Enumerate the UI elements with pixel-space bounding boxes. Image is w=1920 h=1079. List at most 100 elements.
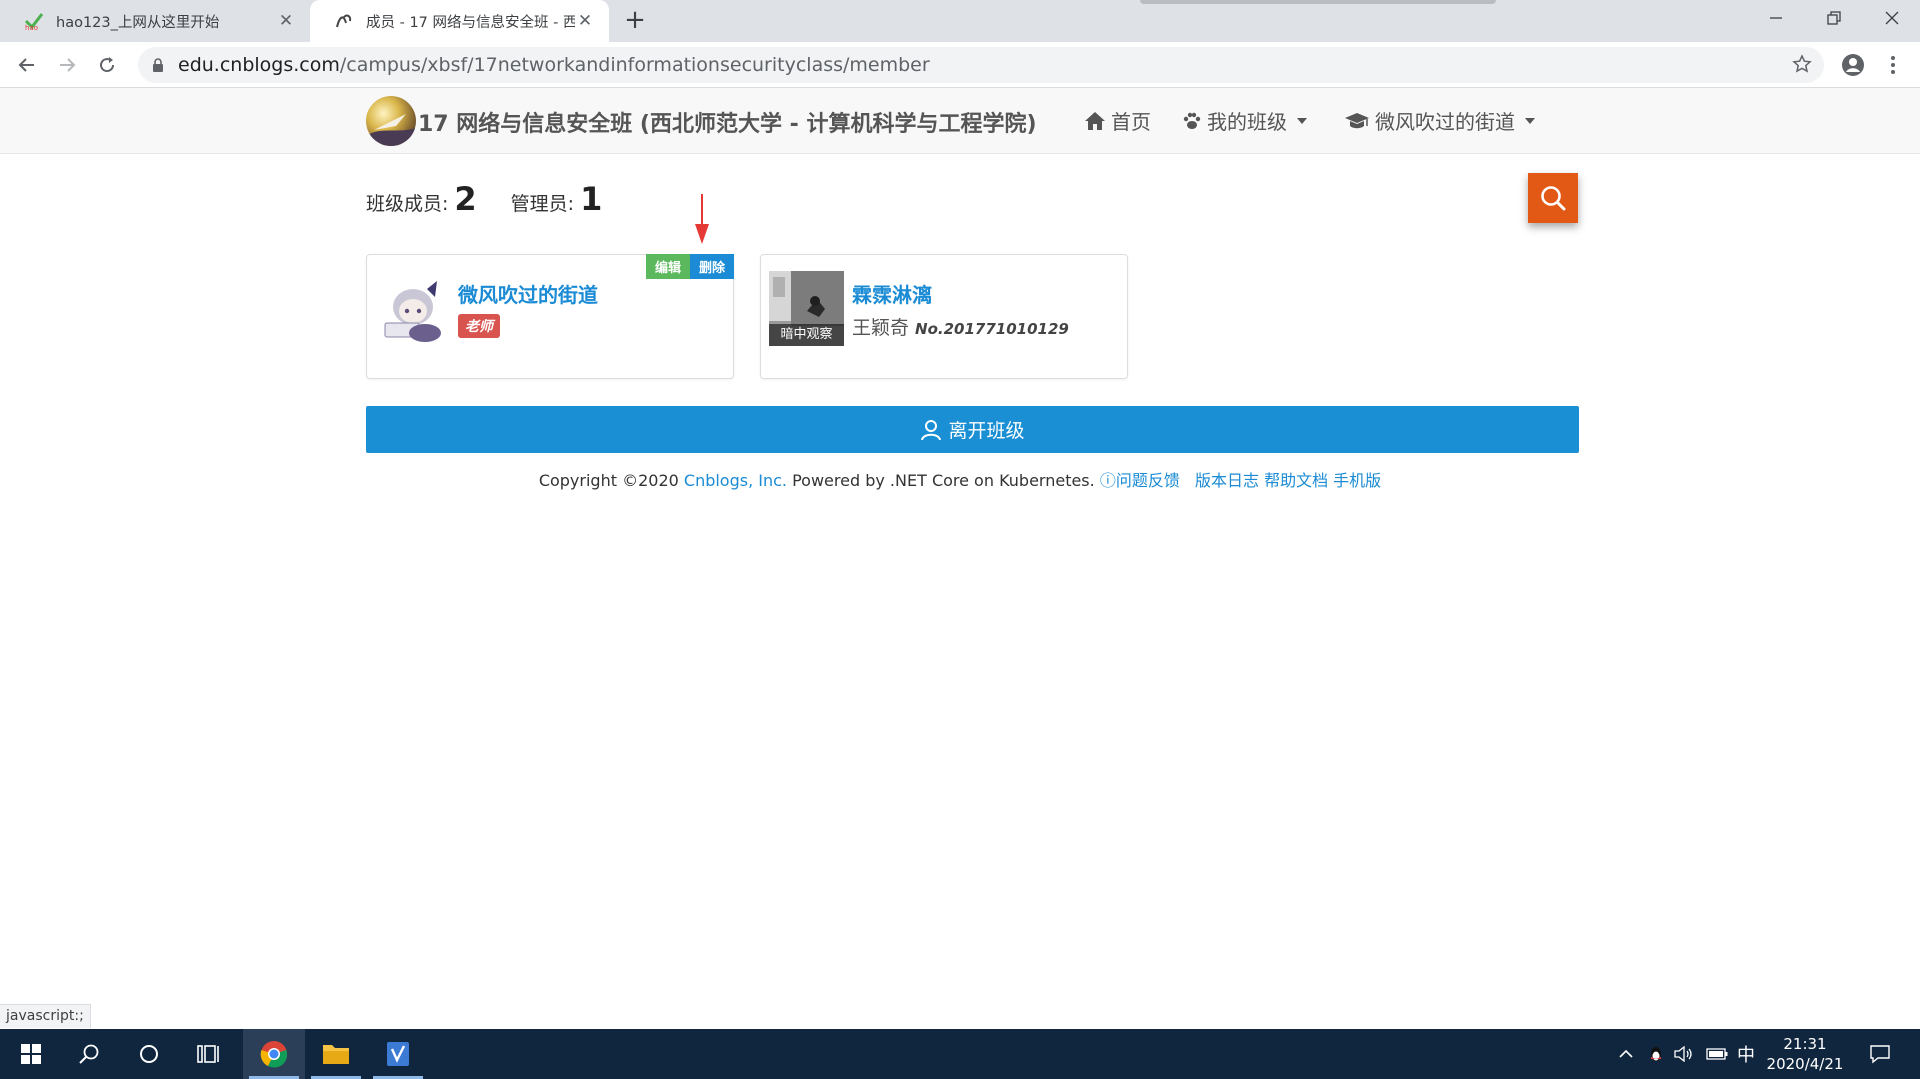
feedback-link[interactable]: ⓘ问题反馈 — [1100, 471, 1180, 490]
cnblogs-favicon-icon — [334, 11, 354, 31]
site-navbar: 17 网络与信息安全班 (西北师范大学 - 计算机科学与工程学院) 首页 我的班… — [0, 88, 1920, 154]
teacher-badge: 老师 — [458, 314, 500, 338]
url-path: /campus/xbsf/17networkandinformationsecu… — [339, 54, 930, 76]
leave-class-label: 离开班级 — [948, 420, 1025, 442]
restore-icon — [1827, 11, 1841, 25]
profile-button[interactable] — [1836, 48, 1870, 82]
browser-menu-button[interactable] — [1876, 48, 1910, 82]
forward-arrow-icon — [60, 58, 76, 72]
tab-title: hao123_上网从这里开始 — [56, 14, 220, 31]
svg-text:hao: hao — [25, 24, 38, 31]
class-logo[interactable] — [366, 96, 416, 146]
feedback-label: 问题反馈 — [1115, 471, 1180, 490]
hao123-favicon-icon: hao — [24, 11, 44, 31]
nav-home[interactable]: 首页 — [1084, 106, 1151, 135]
search-icon — [79, 1044, 99, 1064]
cnblogs-link[interactable]: Cnblogs, Inc. — [684, 471, 787, 490]
class-title[interactable]: 17 网络与信息安全班 (西北师范大学 - 计算机科学与工程学院) — [418, 106, 1037, 138]
member-card: 暗中观察 霖霂淋漓 王颖奇 No.201771010129 — [760, 254, 1128, 379]
chrome-icon — [260, 1041, 288, 1068]
admins-label: 管理员: — [510, 193, 575, 215]
windows-taskbar: 中 21:31 2020/4/21 — [0, 1029, 1920, 1079]
minimize-icon — [1770, 17, 1782, 19]
chevron-down-icon — [1297, 117, 1307, 124]
leave-class-button[interactable]: 离开班级 — [366, 406, 1579, 453]
member-card: 微风吹过的街道 老师 编辑 删除 — [366, 254, 734, 379]
battery-icon — [1706, 1048, 1728, 1060]
member-name-link[interactable]: 霖霂淋漓 — [852, 279, 932, 308]
speaker-icon — [1674, 1046, 1692, 1062]
clock-date: 2020/4/21 — [1766, 1055, 1844, 1073]
question-circle-icon: ⓘ — [1099, 471, 1116, 490]
delete-member-button[interactable]: 删除 — [689, 254, 734, 279]
tab-hao123[interactable]: hao hao123_上网从这里开始 ✕ — [0, 0, 310, 42]
edit-member-button[interactable]: 编辑 — [645, 254, 690, 279]
bookmark-star-icon[interactable] — [1792, 54, 1812, 79]
page-footer: Copyright ©2020 Cnblogs, Inc. Powered by… — [0, 467, 1920, 491]
tab-close-icon[interactable]: ✕ — [276, 11, 296, 31]
account-icon — [1842, 54, 1864, 76]
task-view-button[interactable] — [178, 1029, 240, 1079]
tab-title: 成员 - 17 网络与信息安全班 - 西 — [366, 14, 575, 31]
new-tab-button[interactable]: + — [620, 6, 650, 36]
tab-member-page[interactable]: 成员 - 17 网络与信息安全班 - 西 ✕ — [310, 0, 609, 42]
volume-tray-icon[interactable] — [1672, 1029, 1696, 1079]
member-name-link[interactable]: 微风吹过的街道 — [458, 279, 598, 308]
close-window-button[interactable] — [1864, 0, 1920, 36]
cortana-circle-icon — [140, 1045, 158, 1063]
back-button[interactable] — [10, 48, 44, 82]
nav-home-label: 首页 — [1111, 110, 1151, 134]
more-vert-icon — [1891, 56, 1895, 74]
red-arrow-annotation — [693, 194, 711, 250]
chevron-up-icon — [1619, 1049, 1633, 1058]
taskbar-visio-app[interactable] — [367, 1029, 429, 1079]
action-center-button[interactable] — [1862, 1029, 1898, 1079]
copyright-text: Copyright ©2020 — [538, 471, 679, 490]
cortana-button[interactable] — [118, 1029, 180, 1079]
member-avatar[interactable]: 暗中观察 — [769, 271, 844, 346]
reload-icon — [100, 57, 115, 73]
search-button[interactable] — [1528, 173, 1578, 223]
nav-my-class-dropdown[interactable]: 我的班级 — [1182, 106, 1307, 135]
window-drag-indicator — [1140, 0, 1496, 4]
penguin-icon — [1651, 1047, 1661, 1061]
battery-tray-icon[interactable] — [1704, 1029, 1730, 1079]
reload-button[interactable] — [90, 48, 124, 82]
taskbar-file-explorer[interactable] — [305, 1029, 367, 1079]
taskbar-clock[interactable]: 21:31 2020/4/21 — [1760, 1034, 1850, 1074]
url-host: edu.cnblogs.com — [178, 54, 340, 76]
qq-tray-icon[interactable] — [1644, 1029, 1668, 1079]
clock-time: 21:31 — [1783, 1035, 1827, 1053]
notification-icon — [1870, 1045, 1890, 1064]
tab-close-icon[interactable]: ✕ — [575, 11, 595, 31]
nav-my-class-label: 我的班级 — [1207, 110, 1287, 134]
search-icon — [1541, 186, 1566, 211]
changelog-link[interactable]: 版本日志 — [1195, 471, 1259, 490]
task-view-icon — [197, 1045, 219, 1063]
restore-button[interactable] — [1806, 0, 1862, 36]
taskbar-chrome[interactable] — [243, 1029, 305, 1079]
nav-user-dropdown[interactable]: 微风吹过的街道 — [1344, 106, 1535, 135]
user-icon — [921, 419, 942, 440]
back-arrow-icon — [18, 58, 34, 72]
forward-button[interactable] — [50, 48, 84, 82]
help-docs-link[interactable]: 帮助文档 — [1264, 471, 1328, 490]
paw-icon — [1183, 112, 1201, 129]
member-avatar[interactable] — [375, 271, 450, 346]
start-button[interactable] — [0, 1029, 62, 1079]
ime-indicator[interactable]: 中 — [1734, 1029, 1758, 1079]
folder-icon — [323, 1045, 349, 1064]
browser-toolbar: edu.cnblogs.com/campus/xbsf/17networkand… — [0, 42, 1920, 88]
members-count: 2 — [454, 180, 477, 218]
members-label: 班级成员: — [366, 193, 449, 215]
minimize-button[interactable] — [1748, 0, 1804, 36]
mobile-version-link[interactable]: 手机版 — [1333, 471, 1381, 490]
member-actions: 编辑 删除 — [645, 254, 734, 279]
chevron-down-icon — [1525, 117, 1535, 124]
windows-logo-icon — [21, 1044, 41, 1064]
show-hidden-icons-button[interactable] — [1614, 1029, 1638, 1079]
address-bar[interactable]: edu.cnblogs.com/campus/xbsf/17networkand… — [138, 47, 1824, 83]
member-stats: 班级成员: 2 管理员: 1 — [366, 180, 636, 218]
taskbar-search-button[interactable] — [58, 1029, 120, 1079]
student-number: No.201771010129 — [915, 320, 1069, 338]
